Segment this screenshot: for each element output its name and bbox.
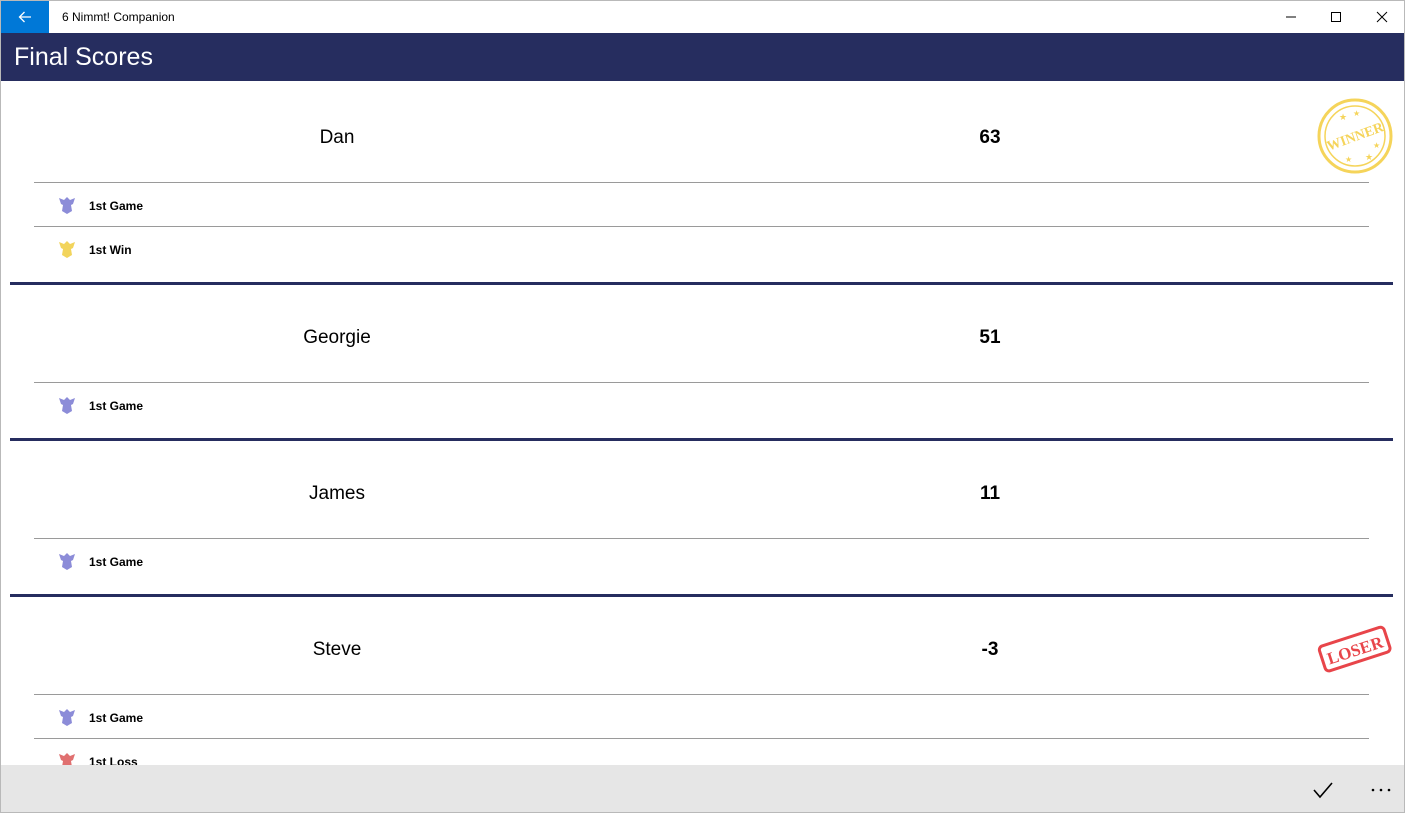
- achievement-label: 1st Game: [89, 711, 144, 725]
- achievement-label: 1st Game: [89, 399, 144, 413]
- winner-stamp: WINNER ★ ★ ★ ★ ★: [1317, 98, 1393, 179]
- winner-stamp-icon: WINNER ★ ★ ★ ★ ★: [1317, 98, 1393, 174]
- app-window: 6 Nimmt! Companion Final Scores Dan 63 W…: [0, 0, 1405, 813]
- svg-text:★: ★: [1353, 109, 1360, 118]
- loser-stamp: LOSER: [1315, 625, 1395, 680]
- player-separator: [10, 594, 1393, 597]
- svg-text:★: ★: [1373, 141, 1380, 150]
- player-separator: [10, 282, 1393, 285]
- close-button[interactable]: [1359, 1, 1404, 33]
- more-button[interactable]: [1357, 765, 1404, 812]
- divider: [34, 738, 1369, 739]
- divider: [34, 694, 1369, 695]
- more-icon: [1371, 788, 1391, 791]
- page-header: Final Scores: [1, 33, 1404, 81]
- game-trophy-icon: [59, 397, 75, 414]
- svg-text:★: ★: [1365, 152, 1373, 162]
- back-arrow-icon: [18, 11, 31, 23]
- player-name: Georgie: [303, 327, 371, 348]
- player-separator: [10, 438, 1393, 441]
- player-name: James: [309, 483, 365, 504]
- app-title: 6 Nimmt! Companion: [62, 10, 175, 24]
- win-trophy-icon: [59, 241, 75, 258]
- divider: [34, 538, 1369, 539]
- achievement-label: 1st Game: [89, 555, 144, 569]
- divider: [34, 226, 1369, 227]
- maximize-icon: [1331, 12, 1341, 22]
- game-trophy-icon: [59, 553, 75, 570]
- player-name: Steve: [312, 639, 362, 660]
- command-bar: [1, 765, 1404, 812]
- achievement-label: 1st Game: [89, 199, 144, 213]
- back-button[interactable]: [1, 1, 49, 33]
- player-score: -3: [981, 639, 999, 660]
- minimize-button[interactable]: [1268, 1, 1314, 33]
- minimize-icon: [1286, 16, 1296, 18]
- achievement-label: 1st Win: [89, 243, 132, 257]
- close-icon: [1376, 11, 1388, 23]
- svg-text:★: ★: [1339, 112, 1347, 122]
- accept-button[interactable]: [1299, 765, 1347, 812]
- player-score: 11: [979, 483, 1001, 504]
- title-bar: 6 Nimmt! Companion: [1, 1, 1404, 33]
- divider: [34, 182, 1369, 183]
- player-score: 63: [979, 127, 1001, 148]
- game-trophy-icon: [59, 197, 75, 214]
- maximize-button[interactable]: [1313, 1, 1359, 33]
- player-score: 51: [979, 327, 1001, 348]
- checkmark-icon: [1313, 781, 1333, 798]
- loser-stamp-icon: LOSER: [1317, 625, 1392, 673]
- page-title: Final Scores: [14, 43, 153, 71]
- svg-text:★: ★: [1345, 155, 1352, 164]
- game-trophy-icon: [59, 709, 75, 726]
- divider: [34, 382, 1369, 383]
- player-name: Dan: [319, 127, 355, 148]
